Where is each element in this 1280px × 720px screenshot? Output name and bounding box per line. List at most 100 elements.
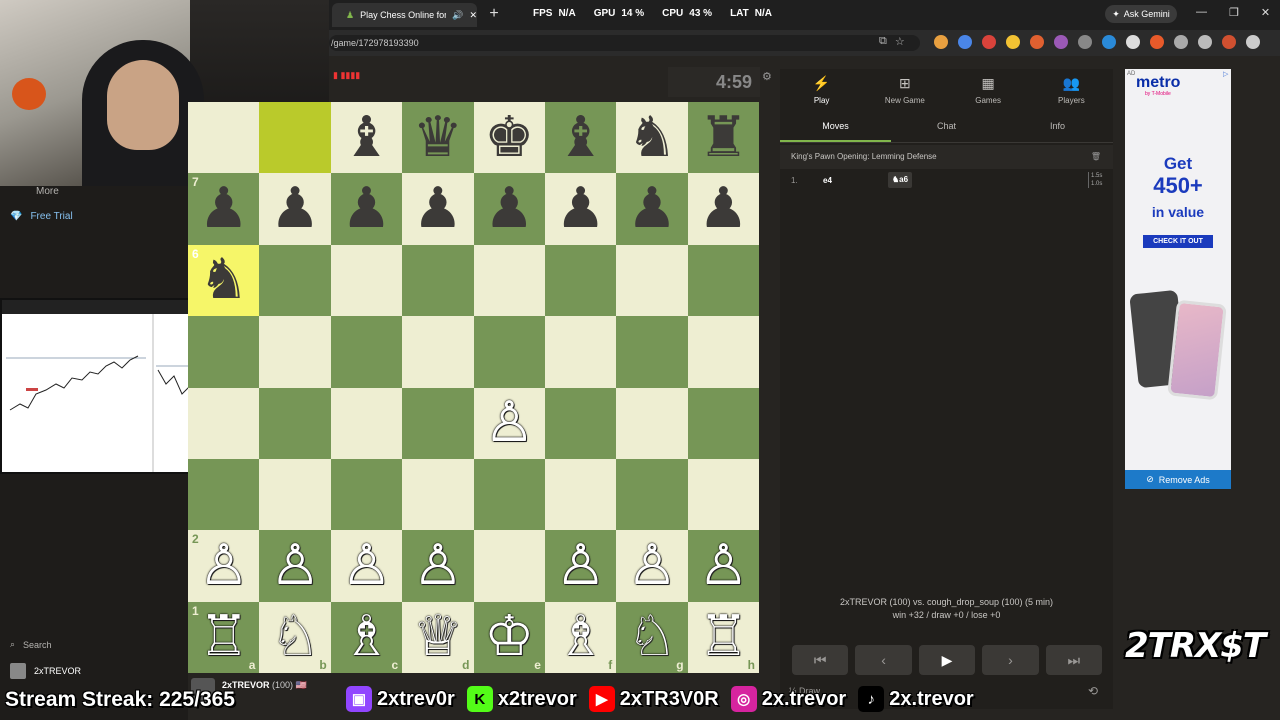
white-piece-icon[interactable]: ♗ — [555, 609, 605, 665]
white-piece-icon[interactable]: ♙ — [555, 537, 605, 594]
black-move[interactable]: ♞a6 — [888, 172, 912, 188]
board-square[interactable]: ♙ — [402, 530, 474, 602]
black-piece-icon[interactable]: ♟ — [270, 181, 320, 237]
board-square[interactable] — [259, 102, 331, 174]
board-square[interactable] — [330, 458, 403, 531]
board-square[interactable]: 7 ♟ — [188, 173, 260, 245]
white-piece-icon[interactable]: ♖ — [698, 609, 748, 665]
browser-tab[interactable]: ♟ Play Chess Online for FREE 🔊 ✕ — [332, 3, 477, 27]
black-piece-icon[interactable]: ♟ — [413, 181, 463, 237]
white-piece-icon[interactable]: ♙ — [270, 537, 320, 594]
white-piece-icon[interactable]: ♘ — [270, 609, 320, 665]
white-piece-icon[interactable]: ♙ — [341, 537, 391, 594]
close-tab-icon[interactable]: ✕ — [469, 10, 477, 21]
board-square[interactable]: ♚ — [473, 102, 545, 174]
install-app-icon[interactable]: ⧉ — [879, 35, 887, 48]
last-move-button[interactable]: ⏭ — [1045, 645, 1103, 675]
board-square[interactable] — [544, 458, 617, 531]
board-square[interactable]: 1 a ♖ — [188, 601, 260, 673]
board-square[interactable] — [616, 244, 688, 317]
board-square[interactable]: ♝ — [544, 102, 617, 174]
chess-board[interactable]: ♝ ♛ ♚ ♝ ♞ ♜ 7 ♟ ♟ ♟ ♟ ♟ ♟ ♟ ♟ 6 ♞ ♙ 2 ♙ ♙ ♙ ♙ ♙ ♙ ♙ 1 a ♖ b ♘ c ♗ d ♕ e ♔ f ♗ g… — [188, 102, 759, 673]
extension-icon[interactable] — [1102, 35, 1116, 49]
nav-games[interactable]: ▦ Games — [947, 69, 1030, 111]
tab-moves[interactable]: Moves — [780, 113, 891, 142]
white-piece-icon[interactable]: ♙ — [627, 537, 677, 594]
white-piece-icon[interactable]: ♙ — [413, 537, 463, 594]
board-square[interactable]: ♝ — [330, 102, 403, 174]
black-piece-icon[interactable]: ♞ — [627, 109, 677, 166]
board-square[interactable]: ♟ — [473, 173, 545, 245]
board-square[interactable] — [259, 244, 331, 317]
board-square[interactable] — [687, 458, 759, 531]
nav-players[interactable]: 👥 Players — [1030, 69, 1113, 111]
first-move-button[interactable]: ⏮ — [792, 645, 849, 675]
board-square[interactable]: 6 ♞ — [188, 244, 260, 317]
tab-info[interactable]: Info — [1002, 113, 1113, 142]
board-square[interactable] — [188, 102, 260, 174]
black-piece-icon[interactable]: ♟ — [484, 181, 534, 237]
board-square[interactable] — [259, 387, 331, 459]
black-piece-icon[interactable]: ♞ — [199, 252, 249, 308]
board-square[interactable]: ♙ — [330, 530, 403, 602]
sidebar-user[interactable]: 2xTREVOR — [10, 663, 81, 679]
board-square[interactable]: ♜ — [687, 102, 759, 174]
board-square[interactable] — [473, 244, 545, 317]
extension-icon[interactable] — [1078, 35, 1092, 49]
ask-gemini-button[interactable]: ✦ Ask Gemini — [1105, 5, 1177, 23]
minimize-icon[interactable]: — — [1196, 6, 1207, 19]
board-square[interactable] — [473, 530, 545, 602]
play-button[interactable]: ▶ — [918, 645, 976, 675]
board-square[interactable]: f ♗ — [544, 601, 617, 673]
menu-icon[interactable] — [1198, 35, 1212, 49]
close-window-icon[interactable]: ✕ — [1261, 6, 1270, 19]
board-square[interactable] — [687, 244, 759, 317]
ad-cta-button[interactable]: CHECK IT OUT — [1143, 235, 1213, 248]
board-square[interactable]: c ♗ — [330, 601, 403, 673]
board-square[interactable]: g ♘ — [616, 601, 688, 673]
board-square[interactable]: h ♖ — [687, 601, 759, 673]
board-square[interactable] — [687, 387, 759, 459]
board-square[interactable]: ♙ — [473, 387, 545, 459]
sidebar-item-free-trial[interactable]: 💎 Free Trial — [10, 211, 73, 222]
prev-move-button[interactable]: ‹ — [855, 645, 912, 675]
extension-icon[interactable] — [1030, 35, 1044, 49]
black-piece-icon[interactable]: ♝ — [341, 109, 391, 166]
white-piece-icon[interactable]: ♔ — [484, 609, 534, 665]
board-square[interactable]: ♟ — [544, 173, 617, 245]
board-square[interactable] — [188, 458, 260, 531]
extension-icon[interactable] — [1126, 35, 1140, 49]
board-square[interactable] — [188, 316, 260, 388]
maximize-icon[interactable]: ❐ — [1229, 6, 1239, 19]
board-square[interactable] — [402, 316, 474, 388]
board-square[interactable]: ♟ — [402, 173, 474, 245]
nav-new-game[interactable]: ⊞ New Game — [863, 69, 946, 111]
black-piece-icon[interactable]: ♚ — [484, 109, 534, 166]
black-piece-icon[interactable]: ♟ — [627, 181, 677, 237]
board-square[interactable] — [402, 244, 474, 317]
board-square[interactable] — [616, 316, 688, 388]
board-square[interactable] — [544, 316, 617, 388]
board-square[interactable]: 2 ♙ — [188, 530, 260, 602]
black-piece-icon[interactable]: ♟ — [555, 181, 605, 237]
bookmark-star-icon[interactable]: ☆ — [895, 35, 905, 48]
extension-icon[interactable] — [982, 35, 996, 49]
nav-play[interactable]: ⚡ Play — [780, 69, 863, 111]
board-square[interactable] — [544, 387, 617, 459]
white-piece-icon[interactable]: ♙ — [484, 395, 534, 451]
white-piece-icon[interactable]: ♖ — [199, 609, 249, 665]
black-piece-icon[interactable]: ♝ — [555, 109, 605, 166]
board-square[interactable]: ♟ — [616, 173, 688, 245]
advertisement[interactable] — [1125, 69, 1231, 489]
flip-board-icon[interactable]: ⟲ — [1088, 684, 1098, 698]
board-square[interactable] — [473, 316, 545, 388]
white-piece-icon[interactable]: ♘ — [627, 609, 677, 665]
white-piece-icon[interactable]: ♕ — [413, 609, 463, 665]
board-square[interactable] — [473, 458, 545, 531]
url-field[interactable]: /game/172978193390 — [329, 35, 920, 51]
board-square[interactable]: ♞ — [616, 102, 688, 174]
board-square[interactable]: ♙ — [616, 530, 688, 602]
board-square[interactable]: d ♕ — [402, 601, 474, 673]
board-square[interactable] — [330, 244, 403, 317]
black-piece-icon[interactable]: ♟ — [199, 181, 249, 237]
